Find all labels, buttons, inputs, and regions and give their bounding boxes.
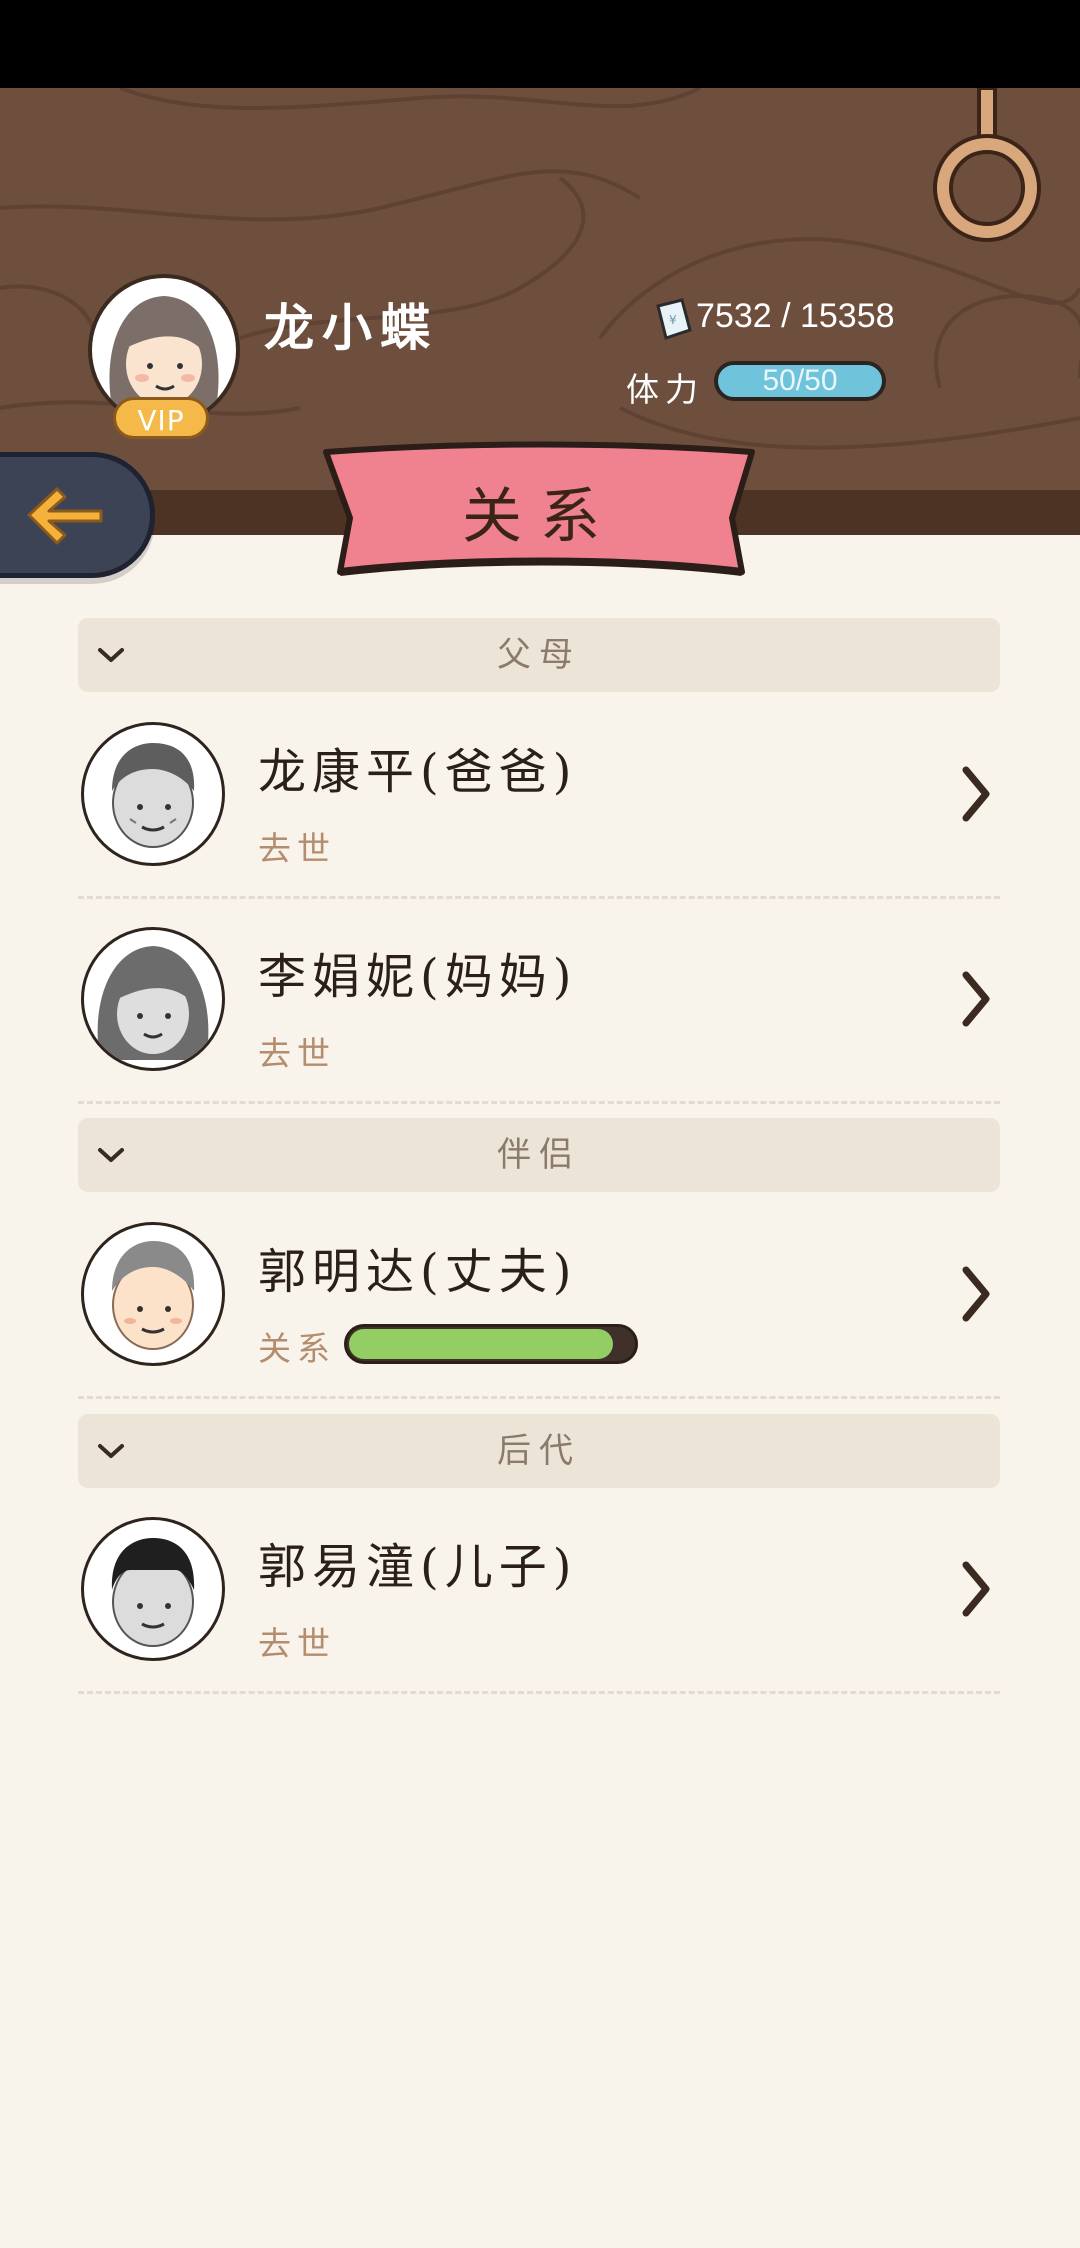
page-title: 关系 <box>462 482 618 552</box>
status-bar <box>0 0 1080 88</box>
chevron-right-icon[interactable] <box>958 969 994 1029</box>
divider <box>78 896 1000 899</box>
avatar <box>81 1517 225 1661</box>
relation-label: 关系 <box>258 1329 336 1368</box>
chevron-right-icon[interactable] <box>958 1559 994 1619</box>
vip-badge: VIP <box>113 397 209 439</box>
stamina-bar: 50/50 <box>714 361 886 401</box>
person-name: 郭明达(丈夫) <box>258 1244 578 1300</box>
svg-text:¥: ¥ <box>669 313 677 327</box>
ring-hook-icon[interactable] <box>930 88 1045 248</box>
person-row-son[interactable]: 郭易潼(儿子) 去世 <box>78 1517 1000 1717</box>
money-value: 7532 / 15358 <box>696 297 895 335</box>
section-header-parents[interactable]: 父母 <box>78 618 1000 692</box>
relation-bar-fill <box>349 1329 613 1359</box>
section-header-partner[interactable]: 伴侣 <box>78 1118 1000 1192</box>
divider <box>78 1396 1000 1399</box>
back-arrow-icon <box>27 487 103 545</box>
section-header-children[interactable]: 后代 <box>78 1414 1000 1488</box>
person-name: 郭易潼(儿子) <box>258 1539 578 1595</box>
man-avatar-icon <box>111 1538 195 1647</box>
avatar <box>81 1222 225 1366</box>
person-name: 龙康平(爸爸) <box>258 744 578 800</box>
chevron-right-icon[interactable] <box>958 1264 994 1324</box>
person-row-mother[interactable]: 李娟妮(妈妈) 去世 <box>78 927 1000 1127</box>
section-label: 伴侣 <box>497 1135 581 1175</box>
back-button[interactable] <box>0 452 155 578</box>
section-label: 父母 <box>497 635 581 675</box>
person-status: 去世 <box>258 829 336 868</box>
money-note-icon: ¥ <box>656 298 692 340</box>
elderly-woman-avatar-icon <box>97 946 209 1060</box>
player-name: 龙小蝶 <box>264 298 438 357</box>
person-row-husband[interactable]: 郭明达(丈夫) 关系 <box>78 1222 1000 1422</box>
person-name: 李娟妮(妈妈) <box>258 949 578 1005</box>
section-label: 后代 <box>497 1431 581 1471</box>
stamina-label: 体力 <box>626 370 704 409</box>
person-status: 去世 <box>258 1034 336 1073</box>
elderly-man-avatar-icon <box>112 743 195 848</box>
chevron-right-icon[interactable] <box>958 764 994 824</box>
person-status: 去世 <box>258 1624 336 1663</box>
elderly-man-avatar-icon <box>112 1241 195 1350</box>
divider <box>78 1691 1000 1694</box>
avatar <box>81 927 225 1071</box>
person-row-father[interactable]: 龙康平(爸爸) 去世 <box>78 722 1000 922</box>
relation-bar <box>344 1324 638 1364</box>
avatar <box>81 722 225 866</box>
divider <box>78 1101 1000 1104</box>
